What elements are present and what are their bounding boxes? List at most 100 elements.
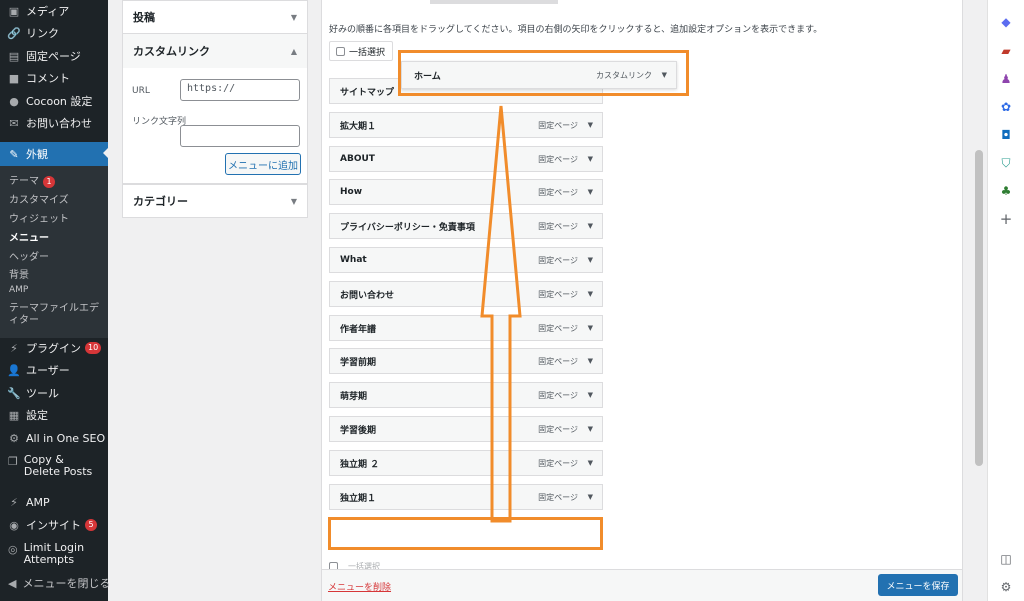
bulk-select-toggle[interactable]: 一括選択 [329,41,393,61]
menu-item-row[interactable]: お問い合わせ 固定ページ ▼ [329,281,603,307]
category-panel-header[interactable]: カテゴリー ▼ [122,184,308,218]
chevron-down-icon[interactable]: ▼ [588,425,593,433]
chevron-down-icon[interactable]: ▼ [588,121,593,129]
link-icon: 🔗 [7,26,21,40]
seo-icon: ⚙ [9,431,19,445]
briefcase-icon[interactable]: ▰ [998,43,1014,59]
sidebar-item-aioseo[interactable]: ⚙ All in One SEO [0,427,108,449]
sidebar-item-insights[interactable]: ◉ インサイト 5 [0,514,108,536]
sidebar-item-plugins[interactable]: ⚡ プラグイン 10 [0,337,108,359]
bulk-select-label: 一括選択 [349,47,386,58]
custom-link-panel-header[interactable]: カスタムリンク ▲ [122,33,308,69]
fingerprint-icon: ◎ [8,543,18,556]
office-icon[interactable]: ✿ [998,99,1014,115]
chevron-down-icon[interactable]: ▼ [588,256,593,264]
sidebar-item-users[interactable]: 👤 ユーザー [0,359,108,381]
chevron-down-icon[interactable]: ▼ [588,324,593,332]
chevron-down-icon[interactable]: ▼ [588,290,593,298]
gear-icon[interactable]: ⚙ [998,579,1014,595]
sidebar-item-tools[interactable]: 🔧 ツール [0,382,108,404]
chevron-down-icon[interactable]: ▼ [588,459,593,467]
sidebar-item-label: Cocoon 設定 [26,95,93,108]
people-icon[interactable]: ♟ [998,71,1014,87]
sidebar-item-label: メディア [26,5,70,18]
sidebar-item-label: Copy & Delete Posts [23,453,93,478]
url-input[interactable]: https:// [180,79,300,101]
chevron-down-icon[interactable]: ▼ [588,391,593,399]
submenu-themes[interactable]: テーマ 1 [9,172,55,188]
menu-footer: メニューを削除 メニューを保存 [322,569,962,601]
sidebar-item-comments[interactable]: ■ コメント [0,67,108,89]
sidebar-item-links[interactable]: 🔗 リンク [0,22,108,44]
menu-item-title: 学習後期 [340,425,377,436]
add-icon[interactable]: + [998,210,1014,228]
sidebar-item-media[interactable]: ▣ メディア [0,0,108,22]
scrollbar-thumb[interactable] [975,150,983,466]
sidebar-item-amp[interactable]: ⚡ AMP [0,491,108,513]
menu-item-row[interactable]: 萌芽期 固定ページ ▼ [329,382,603,408]
menu-item-row[interactable]: 学習前期 固定ページ ▼ [329,348,603,374]
link-text-label: リンク文字列 [132,117,187,127]
tree-icon[interactable]: ♣ [998,183,1014,199]
collapse-icon: ◀ [8,576,17,590]
delete-menu-link[interactable]: メニューを削除 [328,580,391,593]
menu-item-row[interactable]: プライバシーポリシー・免責事項 固定ページ ▼ [329,213,603,239]
tool-icon: 🔧 [7,386,21,400]
collapse-menu-button[interactable]: ◀ メニューを閉じる [0,572,111,594]
submenu-widgets[interactable]: ウィジェット [9,210,69,225]
sidebar-item-pages[interactable]: ▤ 固定ページ [0,45,108,67]
submenu-theme-editor[interactable]: テーマファイルエディター [9,303,101,327]
url-label: URL [132,86,150,96]
sidebar-item-settings[interactable]: ▦ 設定 [0,404,108,426]
menu-item-title: 独立期 ２ [340,459,380,470]
menu-item-row[interactable]: 学習後期 固定ページ ▼ [329,416,603,442]
appearance-submenu: テーマ 1 カスタマイズ ウィジェット メニュー ヘッダー 背景 AMP テーマフ… [0,166,108,338]
menu-item-title: 独立期１ [340,493,377,504]
checkbox[interactable] [336,46,345,56]
sidebar-item-label: 設定 [26,409,48,422]
menu-item-row[interactable]: ABOUT 固定ページ ▼ [329,146,603,172]
sidebar-item-label: コメント [26,72,70,85]
save-menu-button[interactable]: メニューを保存 [878,574,958,596]
outlook-icon[interactable]: ◘ [998,127,1014,143]
menu-item-row[interactable]: 独立期 ２ 固定ページ ▼ [329,450,603,476]
sidebar-item-limit-login[interactable]: ◎ Limit Login Attempts [0,542,100,572]
sidebar-item-appearance[interactable]: ✎ 外観 [0,142,108,166]
submenu-header[interactable]: ヘッダー [9,248,49,263]
page-scrollbar[interactable] [972,0,986,601]
submenu-menus[interactable]: メニュー [9,229,49,244]
sidebar-item-label: メニューを閉じる [22,577,111,590]
chevron-down-icon[interactable]: ▼ [588,222,593,230]
submenu-amp[interactable]: AMP [9,285,28,295]
shopping-icon[interactable]: ⛉ [998,155,1014,171]
chevron-down-icon[interactable]: ▼ [588,357,593,365]
sidebar-item-label: お問い合わせ [26,117,92,130]
menu-item-row[interactable]: 作者年譜 固定ページ ▼ [329,315,603,341]
sidebar-item-copy-delete[interactable]: ❐ Copy & Delete Posts [0,454,100,484]
appearance-icon: ✎ [9,147,19,161]
menu-item-row[interactable]: How 固定ページ ▼ [329,179,603,205]
chevron-down-icon[interactable]: ▼ [588,188,593,196]
sidebar-toggle-icon[interactable]: ◫ [998,551,1014,567]
menu-item-title: 萌芽期 [340,391,368,402]
chevron-down-icon[interactable]: ▼ [588,493,593,501]
posts-panel-header[interactable]: 投稿 ▼ [122,0,308,34]
tag-icon[interactable]: ◆ [998,14,1014,30]
category-panel-title: カテゴリー [133,195,188,208]
submenu-background[interactable]: 背景 [9,266,29,281]
chevron-down-icon[interactable]: ▼ [588,155,593,163]
add-to-menu-button[interactable]: メニューに追加 [225,153,301,175]
comment-icon: ■ [8,71,20,85]
sidebar-item-cocoon[interactable]: ● Cocoon 設定 [0,90,108,112]
submenu-customize[interactable]: カスタマイズ [9,191,69,206]
sidebar-item-contact[interactable]: ✉ お問い合わせ [0,112,108,134]
sidebar-item-label: All in One SEO [26,431,106,445]
menu-item-row[interactable]: What 固定ページ ▼ [329,247,603,273]
menu-item-row[interactable]: 独立期１ 固定ページ ▼ [329,484,603,510]
link-text-input[interactable] [180,125,300,147]
menu-item-title: What [340,255,367,265]
admin-sidebar: ▣ メディア 🔗 リンク ▤ 固定ページ ■ コメント ● Cocoon 設定 … [0,0,111,601]
menu-item-row[interactable]: 拡大期１ 固定ページ ▼ [329,112,603,138]
mail-icon: ✉ [9,116,19,130]
insight-badge: 5 [85,519,97,531]
